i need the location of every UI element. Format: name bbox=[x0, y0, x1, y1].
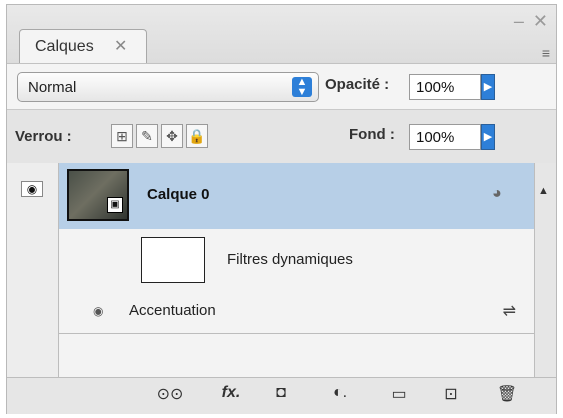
lock-position-icon[interactable]: ✥ bbox=[161, 124, 183, 148]
fx-icon[interactable]: fx. bbox=[213, 384, 249, 406]
smart-filters-row[interactable]: Filtres dynamiques bbox=[59, 229, 534, 294]
smart-filter-icon[interactable]: ◕ bbox=[492, 185, 502, 203]
opacity-label: Opacité : bbox=[325, 76, 390, 93]
blend-mode-select[interactable]: Normal ▲ ▼ bbox=[17, 72, 319, 102]
blending-options-icon[interactable]: ⇌ bbox=[503, 301, 516, 321]
layer-row[interactable]: ▣ Calque 0 ◕ bbox=[59, 163, 534, 229]
smart-object-icon: ▣ bbox=[107, 197, 123, 213]
fill-label: Fond : bbox=[349, 126, 395, 143]
filter-item-row[interactable]: ◉ Accentuation ⇌ bbox=[59, 293, 534, 334]
visibility-column: ◉ bbox=[7, 163, 59, 377]
fill-arrow-icon[interactable]: ▶ bbox=[481, 124, 495, 150]
opacity-arrow-icon[interactable]: ▶ bbox=[481, 74, 495, 100]
lock-label: Verrou : bbox=[15, 128, 72, 145]
filter-mask-thumbnail bbox=[141, 237, 205, 283]
eye-icon[interactable]: ◉ bbox=[21, 181, 43, 197]
link-layers-icon[interactable]: ⊙⊙ bbox=[155, 384, 185, 406]
group-folder-icon[interactable]: ▭ bbox=[387, 384, 411, 406]
window-controls[interactable]: – ✕ bbox=[514, 11, 550, 32]
blend-row: Normal ▲ ▼ Opacité : 100% ▶ bbox=[7, 63, 556, 110]
tab-calques-label: Calques bbox=[35, 38, 94, 55]
panel-menu-icon[interactable]: ≡ bbox=[542, 45, 550, 61]
scrollbar[interactable]: ▲ bbox=[534, 163, 556, 377]
layer-thumbnail: ▣ bbox=[67, 169, 129, 221]
smart-filters-label: Filtres dynamiques bbox=[227, 251, 353, 268]
filter-eye-icon[interactable]: ◉ bbox=[93, 304, 113, 318]
new-layer-icon[interactable]: ⊡ bbox=[439, 384, 463, 406]
bottom-toolbar: ⊙⊙ fx. ◘ ◐. ▭ ⊡ 🗑 bbox=[7, 377, 556, 414]
panel-titlebar: Calques ✕ – ✕ ≡ bbox=[7, 5, 556, 65]
layers-panel: Calques ✕ – ✕ ≡ Normal ▲ ▼ Opacité : 100%… bbox=[6, 4, 557, 414]
lock-all-icon[interactable]: 🔒 bbox=[186, 124, 208, 148]
lock-pixels-icon[interactable]: ✎ bbox=[136, 124, 158, 148]
filter-name: Accentuation bbox=[129, 302, 216, 319]
lock-row: Verrou : ⊞ ✎ ✥ 🔒 Fond : 100% ▶ bbox=[7, 109, 556, 165]
trash-icon[interactable]: 🗑 bbox=[495, 384, 519, 406]
blend-mode-value: Normal bbox=[28, 79, 77, 96]
layers-list: ◉ ▣ Calque 0 ◕ Filtres dynamiques ◉ Acce… bbox=[7, 163, 534, 377]
updown-arrows-icon: ▲ ▼ bbox=[292, 77, 312, 98]
close-icon[interactable]: ✕ bbox=[114, 36, 127, 56]
adjustment-layer-icon[interactable]: ◐. bbox=[325, 384, 355, 406]
opacity-input[interactable]: 100% bbox=[409, 74, 481, 100]
scroll-up-icon[interactable]: ▲ bbox=[538, 185, 549, 197]
fill-input[interactable]: 100% bbox=[409, 124, 481, 150]
mask-icon[interactable]: ◘ bbox=[269, 384, 293, 406]
layer-name: Calque 0 bbox=[147, 186, 210, 203]
tab-calques[interactable]: Calques ✕ bbox=[19, 29, 147, 63]
lock-transparency-icon[interactable]: ⊞ bbox=[111, 124, 133, 148]
